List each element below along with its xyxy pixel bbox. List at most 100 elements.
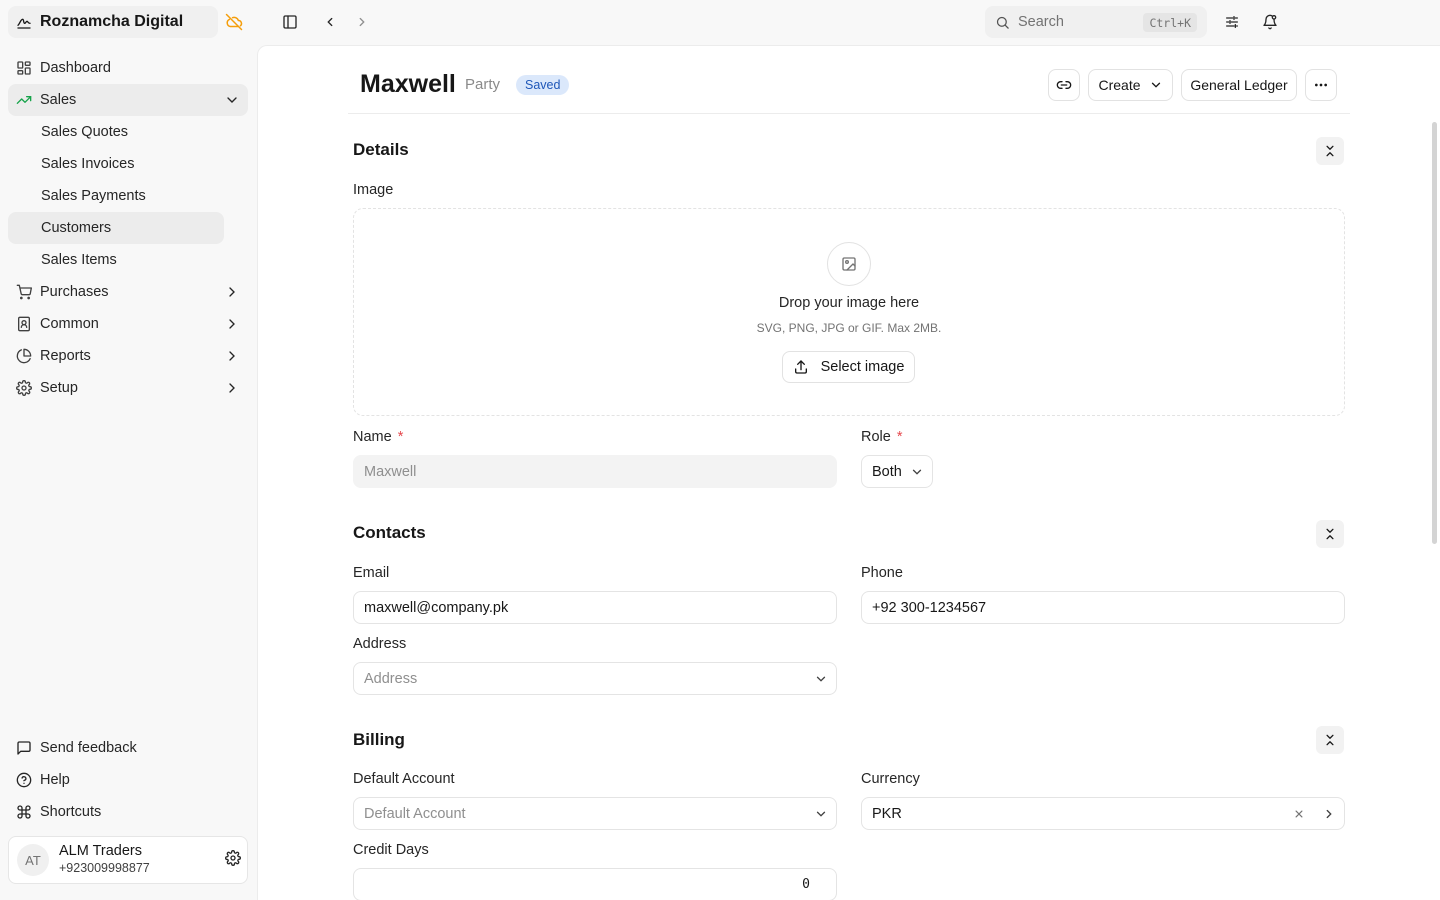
phone-label: Phone: [861, 565, 903, 581]
image-dropzone[interactable]: Drop your image here SVG, PNG, JPG or GI…: [353, 208, 1345, 416]
account-settings-icon[interactable]: [225, 850, 241, 866]
filters-icon[interactable]: [1222, 12, 1242, 32]
default-account-select[interactable]: Default Account: [353, 797, 837, 830]
sidebar-item-label: Shortcuts: [40, 804, 102, 820]
chevron-down-icon: [224, 92, 240, 108]
help-button[interactable]: Help: [8, 764, 248, 796]
role-label-text: Role: [861, 429, 891, 445]
sidebar-item-label: Setup: [40, 380, 78, 396]
message-square-icon: [16, 740, 32, 756]
collapse-contacts-button[interactable]: [1316, 520, 1344, 548]
more-options-button[interactable]: [1305, 69, 1337, 101]
currency-label: Currency: [861, 771, 920, 787]
page-title: Maxwell: [360, 70, 456, 98]
sidebar-item-label: Common: [40, 316, 99, 332]
general-ledger-button[interactable]: General Ledger: [1181, 69, 1297, 101]
search-placeholder: Search: [1018, 14, 1064, 30]
cloud-off-icon[interactable]: [224, 12, 244, 32]
select-image-button[interactable]: Select image: [782, 351, 915, 383]
create-button[interactable]: Create: [1088, 69, 1173, 101]
collapse-details-button[interactable]: [1316, 137, 1344, 165]
collapse-billing-button[interactable]: [1316, 726, 1344, 754]
sidebar-subitem-sales-quotes[interactable]: Sales Quotes: [8, 116, 224, 148]
shortcuts-button[interactable]: Shortcuts: [8, 796, 248, 828]
gear-icon: [16, 380, 32, 396]
email-field[interactable]: maxwell@company.pk: [353, 591, 837, 624]
currency-select[interactable]: PKR: [861, 797, 1345, 830]
default-account-placeholder: Default Account: [364, 805, 466, 822]
chevron-right-icon[interactable]: [1322, 807, 1336, 821]
account-info: ALM Traders +923009998877: [59, 843, 150, 877]
trending-up-icon: [16, 92, 32, 108]
sidebar-subitem-sales-items[interactable]: Sales Items: [8, 244, 224, 276]
phone-field[interactable]: +92 300-1234567: [861, 591, 1345, 624]
sidebar-item-setup[interactable]: Setup: [8, 372, 248, 404]
sidebar-subitem-sales-invoices[interactable]: Sales Invoices: [8, 148, 224, 180]
name-value: Maxwell: [364, 463, 417, 480]
address-select[interactable]: Address: [353, 662, 837, 695]
name-label-text: Name: [353, 429, 392, 445]
currency-value: PKR: [872, 805, 902, 822]
status-badge: Saved: [516, 75, 570, 95]
name-label: Name *: [353, 429, 403, 445]
chevron-down-icon: [1149, 78, 1163, 92]
chevron-down-icon: [814, 672, 828, 686]
email-value: maxwell@company.pk: [364, 599, 509, 616]
chevron-down-icon: [910, 465, 924, 479]
upload-icon: [793, 359, 809, 375]
sidebar-subitem-label: Customers: [41, 220, 112, 236]
sidebar-subitem-label: Sales Payments: [41, 188, 146, 204]
bell-icon[interactable]: [1260, 12, 1280, 32]
sidebar-item-purchases[interactable]: Purchases: [8, 276, 248, 308]
sidebar-subitem-label: Sales Quotes: [41, 124, 129, 140]
address-label: Address: [353, 636, 407, 652]
account-card[interactable]: AT ALM Traders +923009998877: [8, 836, 248, 884]
sidebar-subitem-customers[interactable]: Customers: [8, 212, 224, 244]
sidebar-item-common[interactable]: Common: [8, 308, 248, 340]
name-field[interactable]: Maxwell: [353, 455, 837, 488]
signature-icon: [16, 14, 32, 30]
sidebar-subitem-sales-payments[interactable]: Sales Payments: [8, 180, 224, 212]
search-shortcut: Ctrl+K: [1143, 13, 1197, 32]
role-select[interactable]: Both: [861, 455, 933, 488]
clear-icon[interactable]: [1292, 807, 1306, 821]
app-switcher[interactable]: Roznamcha Digital: [8, 6, 218, 38]
chevron-down-icon: [814, 807, 828, 821]
sidebar-nav: Dashboard Sales Sales Quotes Sales Invoi…: [8, 52, 248, 404]
doctype-label: Party: [465, 76, 501, 93]
forward-icon[interactable]: [352, 12, 372, 32]
credit-days-field[interactable]: 0: [353, 868, 837, 900]
sidebar-item-label: Dashboard: [40, 60, 111, 76]
sidebar-item-label: Help: [40, 772, 70, 788]
sidebar-item-reports[interactable]: Reports: [8, 340, 248, 372]
copy-link-button[interactable]: [1048, 69, 1080, 101]
create-label: Create: [1098, 77, 1141, 93]
search-input[interactable]: Search Ctrl+K: [985, 6, 1207, 38]
send-feedback-button[interactable]: Send feedback: [8, 732, 248, 764]
back-icon[interactable]: [320, 12, 340, 32]
sidebar-item-label: Reports: [40, 348, 91, 364]
chevrons-collapse-icon: [1323, 144, 1337, 158]
sidebar-item-label: Send feedback: [40, 740, 137, 756]
required-marker: *: [896, 429, 903, 445]
dropzone-hint: SVG, PNG, JPG or GIF. Max 2MB.: [756, 321, 942, 335]
default-account-label: Default Account: [353, 771, 455, 787]
sidebar-item-label: Purchases: [40, 284, 109, 300]
more-horizontal-icon: [1313, 77, 1329, 93]
sidebar-item-dashboard[interactable]: Dashboard: [8, 52, 248, 84]
image-label: Image: [353, 182, 394, 198]
section-title-billing: Billing: [353, 730, 405, 749]
account-phone: +923009998877: [59, 861, 150, 875]
app-name: Roznamcha Digital: [40, 13, 184, 30]
section-title-details: Details: [353, 140, 409, 159]
credit-days-value: 0: [802, 877, 810, 892]
scrollbar[interactable]: [1432, 122, 1437, 544]
sidebar-item-sales[interactable]: Sales: [8, 84, 248, 116]
chevrons-collapse-icon: [1323, 527, 1337, 541]
phone-value: +92 300-1234567: [872, 599, 987, 616]
dropzone-title: Drop your image here: [778, 295, 920, 311]
toggle-sidebar-icon[interactable]: [280, 12, 300, 32]
account-name: ALM Traders: [59, 843, 142, 859]
sidebar-subitem-label: Sales Items: [41, 252, 117, 268]
chevrons-collapse-icon: [1323, 733, 1337, 747]
